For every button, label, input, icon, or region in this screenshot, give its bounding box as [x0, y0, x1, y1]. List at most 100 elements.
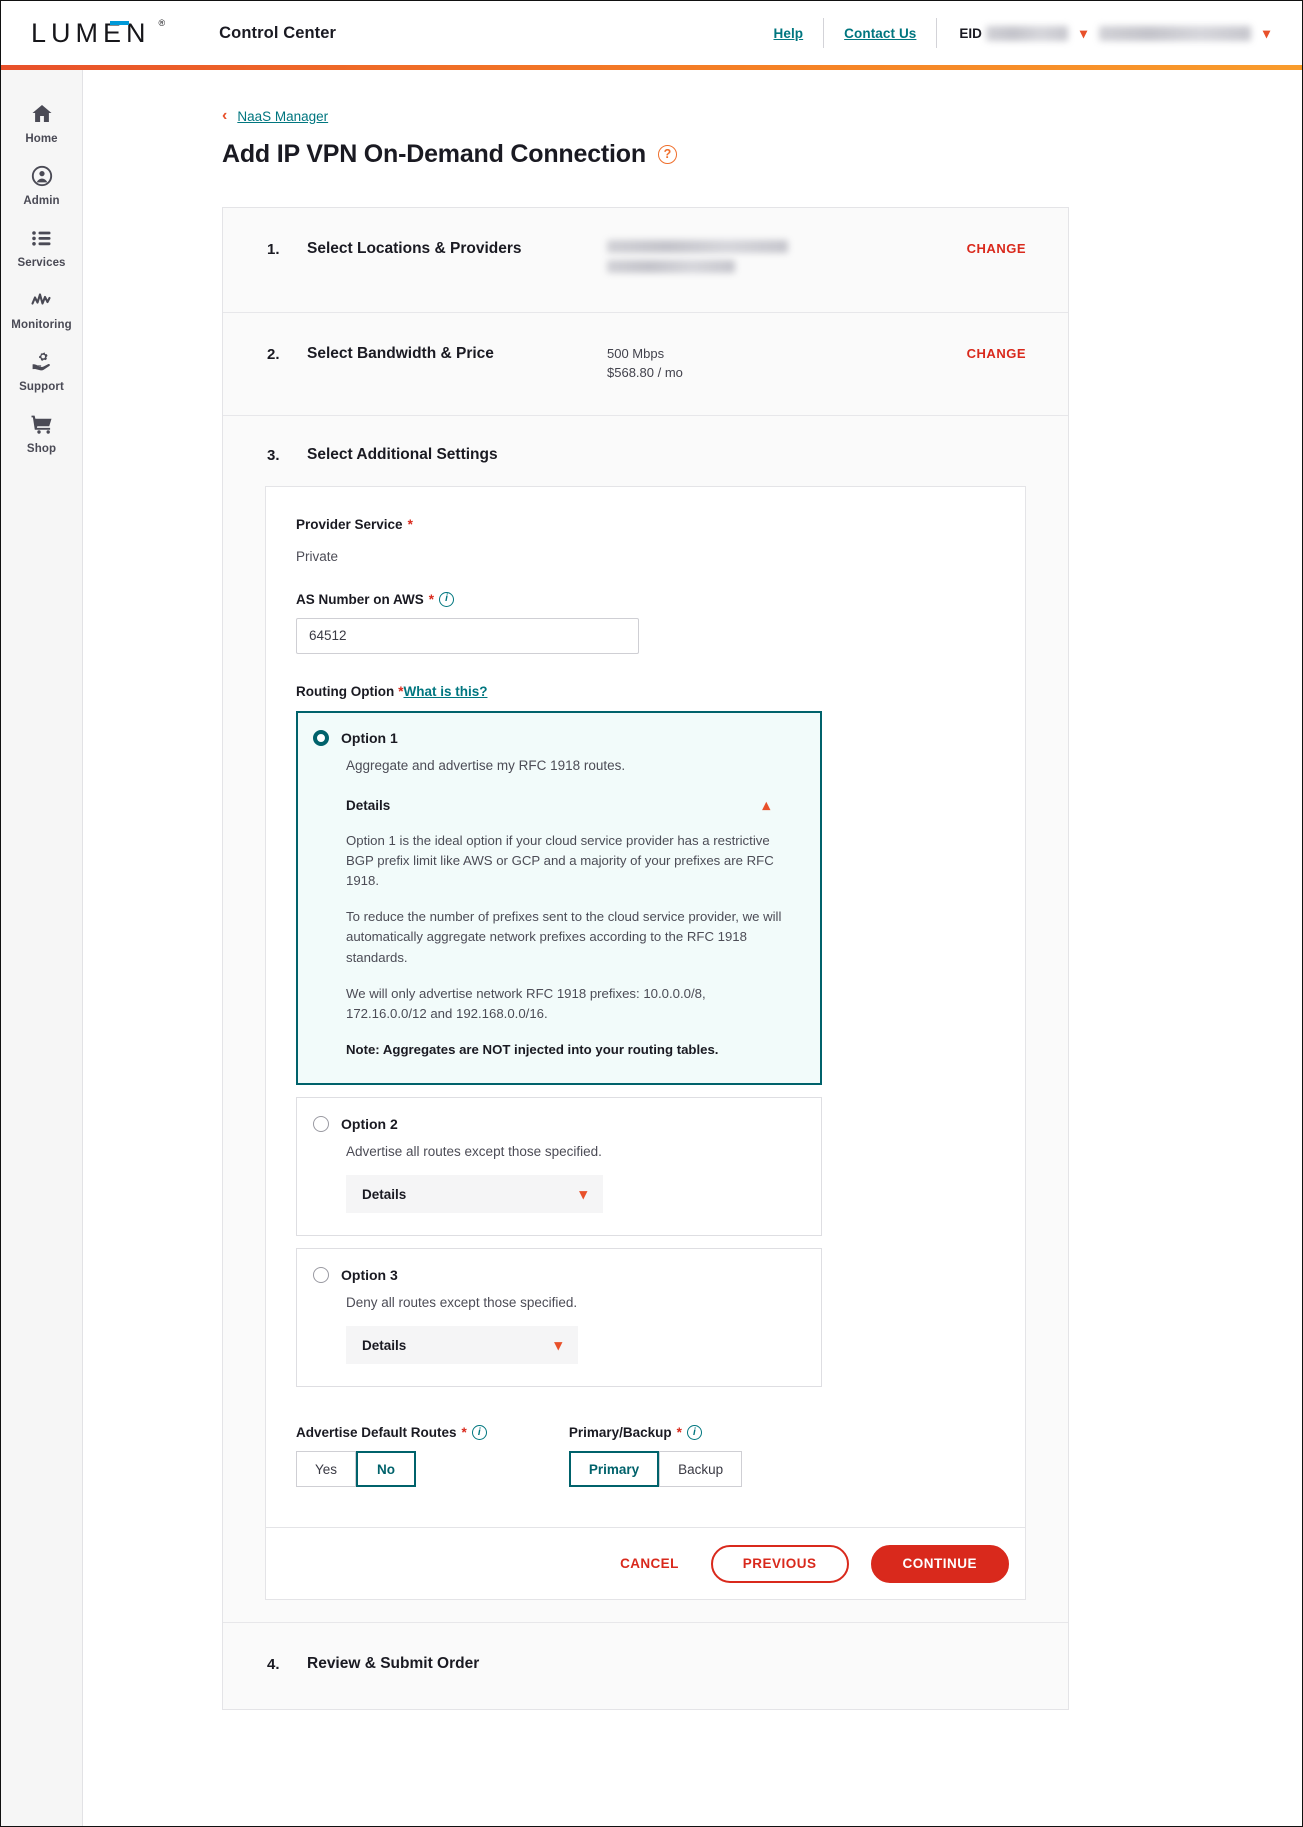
wizard-step-bandwidth-price: 2. Select Bandwidth & Price 500 Mbps $56… — [223, 313, 1068, 416]
breadcrumb-link-naas-manager[interactable]: NaaS Manager — [237, 109, 328, 124]
sidebar-item-services[interactable]: Services — [1, 216, 82, 278]
provider-service-label: Provider Service * — [296, 517, 995, 532]
sidebar-item-label: Monitoring — [11, 318, 72, 331]
as-number-input[interactable] — [296, 617, 639, 654]
required-asterisk: * — [676, 1425, 682, 1441]
sidebar-item-label: Admin — [23, 194, 60, 207]
sidebar-item-monitoring[interactable]: Monitoring — [1, 278, 82, 340]
continue-button[interactable]: CONTINUE — [870, 1544, 1009, 1583]
left-sidebar: Home Admin Services Monitoring Support S… — [1, 70, 83, 1826]
advertise-default-routes-group: Advertise Default Routes * i Yes No — [296, 1425, 487, 1488]
radio-option-1[interactable] — [313, 729, 329, 746]
account-value-masked — [1098, 25, 1251, 41]
routing-option-card-1[interactable]: Option 1 Aggregate and advertise my RFC … — [296, 710, 822, 1086]
step-summary-values — [607, 240, 967, 280]
radio-option-3[interactable] — [313, 1267, 329, 1284]
account-selector[interactable]: ▾ — [1093, 25, 1276, 41]
option-3-details-toggle[interactable]: Details ▾ — [346, 1326, 578, 1365]
advertise-no-button[interactable]: No — [356, 1451, 417, 1488]
sidebar-item-admin[interactable]: Admin — [1, 154, 82, 216]
contact-us-link[interactable]: Contact Us — [824, 26, 936, 41]
option-3-name: Option 3 — [341, 1267, 398, 1284]
list-icon — [30, 226, 54, 250]
sidebar-item-home[interactable]: Home — [1, 92, 82, 154]
chevron-left-icon[interactable]: ‹ — [222, 108, 227, 124]
primary-backup-label: Primary/Backup * i — [568, 1425, 742, 1441]
option-1-details-toggle[interactable]: Details ▴ — [346, 787, 796, 825]
sidebar-item-label: Shop — [26, 442, 57, 455]
details-label: Details — [362, 1186, 407, 1202]
label-text: AS Number on AWS — [296, 591, 424, 607]
sidebar-item-support[interactable]: Support — [1, 340, 82, 402]
sidebar-item-shop[interactable]: Shop — [1, 402, 82, 464]
what-is-this-link[interactable]: What is this? — [403, 684, 487, 699]
step-title: Select Bandwidth & Price — [307, 345, 494, 362]
option-1-details-body: Option 1 is the ideal option if your clo… — [346, 831, 786, 1061]
cancel-button[interactable]: CANCEL — [610, 1548, 689, 1579]
breadcrumb: ‹ NaaS Manager — [222, 106, 1302, 126]
main-content: ‹ NaaS Manager Add IP VPN On-Demand Conn… — [83, 70, 1302, 1826]
info-icon[interactable]: i — [439, 591, 455, 607]
change-button-step1[interactable]: CHANGE — [967, 240, 1026, 256]
required-asterisk: * — [461, 1425, 467, 1441]
step-summary-values: 500 Mbps $568.80 / mo — [607, 345, 967, 383]
cart-icon — [30, 412, 54, 436]
option-1-paragraph-1: Option 1 is the ideal option if your clo… — [346, 832, 774, 889]
help-question-icon[interactable]: ? — [657, 145, 677, 164]
step-title: Review & Submit Order — [307, 1655, 480, 1673]
backup-button[interactable]: Backup — [659, 1451, 743, 1488]
sidebar-item-label: Home — [25, 132, 58, 145]
eid-label: EID — [959, 25, 982, 41]
page-title-row: Add IP VPN On-Demand Connection ? — [222, 140, 1302, 169]
primary-backup-group: Primary/Backup * i Primary Backup — [568, 1425, 743, 1488]
waveform-icon — [30, 288, 54, 312]
additional-settings-form: Provider Service * Private AS Number on … — [265, 485, 1026, 1601]
home-icon — [30, 102, 54, 126]
option-2-description: Advertise all routes except those specif… — [346, 1144, 602, 1160]
step-number: 1. — [267, 241, 280, 258]
primary-backup-segmented: Primary Backup — [568, 1451, 743, 1488]
bandwidth-value: 500 Mbps — [607, 346, 665, 361]
routing-option-card-2[interactable]: Option 2 Advertise all routes except tho… — [296, 1097, 822, 1237]
page-title: Add IP VPN On-Demand Connection — [222, 140, 646, 168]
chevron-down-icon[interactable]: ▾ — [554, 1338, 562, 1353]
form-actions: CANCEL PREVIOUS CONTINUE — [266, 1527, 1025, 1600]
chevron-down-icon[interactable]: ▾ — [1263, 26, 1270, 40]
label-text: Primary/Backup — [568, 1425, 672, 1441]
details-label: Details — [362, 1337, 407, 1353]
previous-button[interactable]: PREVIOUS — [710, 1544, 849, 1583]
routing-option-card-3[interactable]: Option 3 Deny all routes except those sp… — [296, 1248, 822, 1388]
advertise-default-routes-label: Advertise Default Routes * i — [296, 1425, 487, 1441]
gear-hand-icon — [30, 350, 54, 374]
user-circle-icon — [30, 164, 54, 188]
required-asterisk: * — [407, 516, 413, 532]
lumen-logo[interactable]: LUMEN ® — [31, 18, 166, 49]
chevron-down-icon[interactable]: ▾ — [1080, 26, 1087, 40]
primary-button[interactable]: Primary — [568, 1451, 660, 1488]
wizard-step-locations-providers: 1. Select Locations & Providers CHANGE — [223, 208, 1068, 313]
provider-service-value: Private — [296, 548, 339, 564]
change-button-step2[interactable]: CHANGE — [967, 345, 1026, 361]
top-header: LUMEN ® Control Center Help Contact Us E… — [1, 1, 1302, 65]
settings-toggles-row: Advertise Default Routes * i Yes No Prim… — [296, 1425, 995, 1521]
chevron-up-icon[interactable]: ▴ — [762, 798, 770, 813]
sidebar-item-label: Support — [19, 380, 64, 393]
app-title: Control Center — [219, 23, 337, 42]
details-label: Details — [346, 798, 391, 814]
help-link[interactable]: Help — [754, 26, 824, 41]
logo-text: LUMEN — [31, 17, 151, 48]
option-2-details-toggle[interactable]: Details ▾ — [346, 1175, 603, 1214]
info-icon[interactable]: i — [686, 1425, 702, 1441]
wizard-step-review-submit: 4. Review & Submit Order — [223, 1623, 1068, 1709]
option-1-paragraph-2: To reduce the number of prefixes sent to… — [346, 909, 782, 965]
chevron-down-icon[interactable]: ▾ — [579, 1187, 587, 1202]
info-icon[interactable]: i — [471, 1425, 487, 1441]
as-number-label: AS Number on AWS * i — [296, 591, 995, 607]
radio-option-2[interactable] — [313, 1116, 329, 1133]
advertise-yes-button[interactable]: Yes — [296, 1451, 357, 1488]
required-asterisk: * — [428, 591, 435, 607]
step-number: 4. — [267, 1656, 280, 1674]
eid-selector[interactable]: EID ▾ — [937, 25, 1093, 41]
step-number: 3. — [267, 446, 280, 464]
price-value: $568.80 / mo — [607, 364, 683, 380]
